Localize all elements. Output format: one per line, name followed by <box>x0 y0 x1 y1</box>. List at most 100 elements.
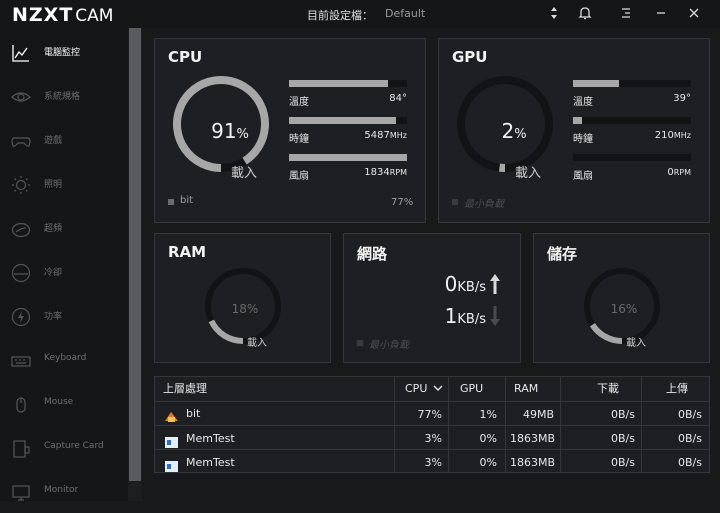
sidebar-scrollbar[interactable] <box>128 28 142 501</box>
gpu-temp-value: 39° <box>621 93 691 104</box>
cpu-fan-bar <box>289 154 407 161</box>
fan-gauge-icon <box>11 263 31 283</box>
ram-usage-value: 18% <box>215 302 275 316</box>
column-header-download[interactable]: 下載 <box>597 377 619 401</box>
network-card[interactable]: 網路 0KB/s 1KB/s 最小負載 <box>343 233 521 363</box>
nav-item-keyboard[interactable]: Keyboard <box>0 341 128 381</box>
nav-item-mouse[interactable]: Mouse <box>0 385 128 425</box>
process-gpu: 1% <box>453 408 497 421</box>
gamepad-icon <box>11 131 31 151</box>
nav-item-capture-card[interactable]: Capture Card <box>0 429 128 469</box>
title-bar: NZXTCAM 目前設定檔： Default <box>0 0 720 28</box>
process-gpu: 0% <box>453 432 497 445</box>
scrollbar-thumb[interactable] <box>129 28 141 481</box>
nav-item-monitor[interactable]: Monitor <box>0 473 128 513</box>
cpu-card[interactable]: CPU 91% 載入 溫度 84° 時鐘 5487MHz 風扇 1834RPM … <box>154 38 426 223</box>
gpu-card[interactable]: GPU 2% 載入 溫度 39° 時鐘 210MHz 風扇 0RPM 最小負載 <box>438 38 710 223</box>
ram-card[interactable]: RAM 18% 載入 <box>154 233 331 363</box>
memtest-app-icon <box>165 457 178 468</box>
ram-title: RAM <box>168 243 206 261</box>
gpu-clock-bar <box>573 117 691 124</box>
cpu-top-process-pct: 77% <box>391 197 413 208</box>
process-cpu: 3% <box>399 432 442 445</box>
cpu-load-label: 載入 <box>231 162 257 181</box>
sort-down-icon <box>433 384 443 392</box>
storage-usage-value: 16% <box>594 302 654 316</box>
ram-usage-arc <box>211 321 243 341</box>
upload-arrow-icon <box>489 272 501 300</box>
column-header-gpu[interactable]: GPU <box>460 377 483 401</box>
gpu-temp-bar <box>573 80 691 87</box>
download-arrow-icon <box>489 304 501 332</box>
speedometer-icon <box>11 219 31 239</box>
nav-item-games[interactable]: 遊戲 <box>0 121 128 161</box>
process-gpu: 0% <box>453 456 497 469</box>
bit-app-icon <box>165 408 178 419</box>
nav-item-lighting[interactable]: 照明 <box>0 165 128 205</box>
cpu-load-value: 91% <box>195 119 265 143</box>
mouse-icon <box>11 395 31 415</box>
cpu-fan-value: 1834RPM <box>337 167 407 178</box>
gpu-load-value: 2% <box>479 119 549 143</box>
process-name: MemTest <box>186 432 235 445</box>
notification-bell-icon[interactable] <box>577 5 593 21</box>
gpu-load-label: 載入 <box>515 162 541 181</box>
ram-usage-label: 載入 <box>247 334 267 349</box>
process-cpu: 3% <box>399 456 442 469</box>
process-dot-icon <box>168 199 174 205</box>
nav-item-system-specs[interactable]: 系統規格 <box>0 77 128 117</box>
column-header-process[interactable]: 上層處理 <box>163 377 207 401</box>
nav-item-overclocking[interactable]: 超頻 <box>0 209 128 249</box>
network-title: 網路 <box>357 243 387 264</box>
cpu-title: CPU <box>168 48 202 66</box>
nzxt-cam-logo: NZXTCAM <box>12 4 113 26</box>
column-header-upload[interactable]: 上傳 <box>666 377 688 401</box>
monitor-icon <box>11 483 31 503</box>
minimize-icon[interactable] <box>653 5 669 21</box>
cpu-top-process: bit <box>180 195 193 206</box>
capture-card-icon <box>11 439 31 459</box>
storage-usage-arc <box>592 325 622 341</box>
process-download: 0B/s <box>565 408 635 421</box>
nav-item-power[interactable]: 功率 <box>0 297 128 337</box>
network-status: 最小負載 <box>369 336 409 351</box>
profile-selector[interactable]: Default <box>385 7 425 20</box>
column-header-cpu[interactable]: CPU <box>405 377 443 401</box>
menu-icon[interactable] <box>618 5 634 21</box>
cpu-clock-bar <box>289 117 407 124</box>
process-upload: 0B/s <box>645 456 702 469</box>
cpu-temp-value: 84° <box>337 93 407 104</box>
column-header-ram[interactable]: RAM <box>514 377 538 401</box>
gpu-temp-label: 溫度 <box>573 93 593 108</box>
process-name: MemTest <box>186 456 235 469</box>
process-download: 0B/s <box>565 456 635 469</box>
storage-title: 儲存 <box>547 243 577 264</box>
gpu-clock-label: 時鐘 <box>573 130 593 145</box>
lightning-icon <box>11 307 31 327</box>
eye-icon <box>11 87 31 107</box>
process-ram: 49MB <box>510 408 554 421</box>
line-chart-icon <box>11 43 31 63</box>
gpu-title: GPU <box>452 48 488 66</box>
nav-item-pc-monitoring[interactable]: 電腦監控 <box>0 33 128 73</box>
cpu-temp-label: 溫度 <box>289 93 309 108</box>
sidebar: 電腦監控 系統規格 遊戲 照明 超頻 冷卻 功率 Keyboard Mouse … <box>0 28 142 501</box>
sort-arrows-icon[interactable] <box>546 5 562 21</box>
storage-card[interactable]: 儲存 16% 載入 <box>533 233 710 363</box>
process-download: 0B/s <box>565 432 635 445</box>
cpu-fan-label: 風扇 <box>289 167 309 182</box>
memtest-app-icon <box>165 433 178 444</box>
status-dot-icon <box>357 340 363 346</box>
nav-item-cooling[interactable]: 冷卻 <box>0 253 128 293</box>
process-upload: 0B/s <box>645 432 702 445</box>
close-icon[interactable] <box>686 5 702 21</box>
process-name: bit <box>186 407 200 420</box>
process-upload: 0B/s <box>645 408 702 421</box>
gpu-fan-label: 風扇 <box>573 167 593 182</box>
cpu-clock-label: 時鐘 <box>289 130 309 145</box>
keyboard-icon <box>11 351 31 371</box>
storage-usage-label: 載入 <box>626 334 646 349</box>
gpu-clock-value: 210MHz <box>621 130 691 141</box>
cpu-clock-value: 5487MHz <box>337 130 407 141</box>
top-processes-table: 上層處理 CPU GPU RAM 下載 上傳 bit 77% 1% 49MB 0… <box>154 376 710 473</box>
